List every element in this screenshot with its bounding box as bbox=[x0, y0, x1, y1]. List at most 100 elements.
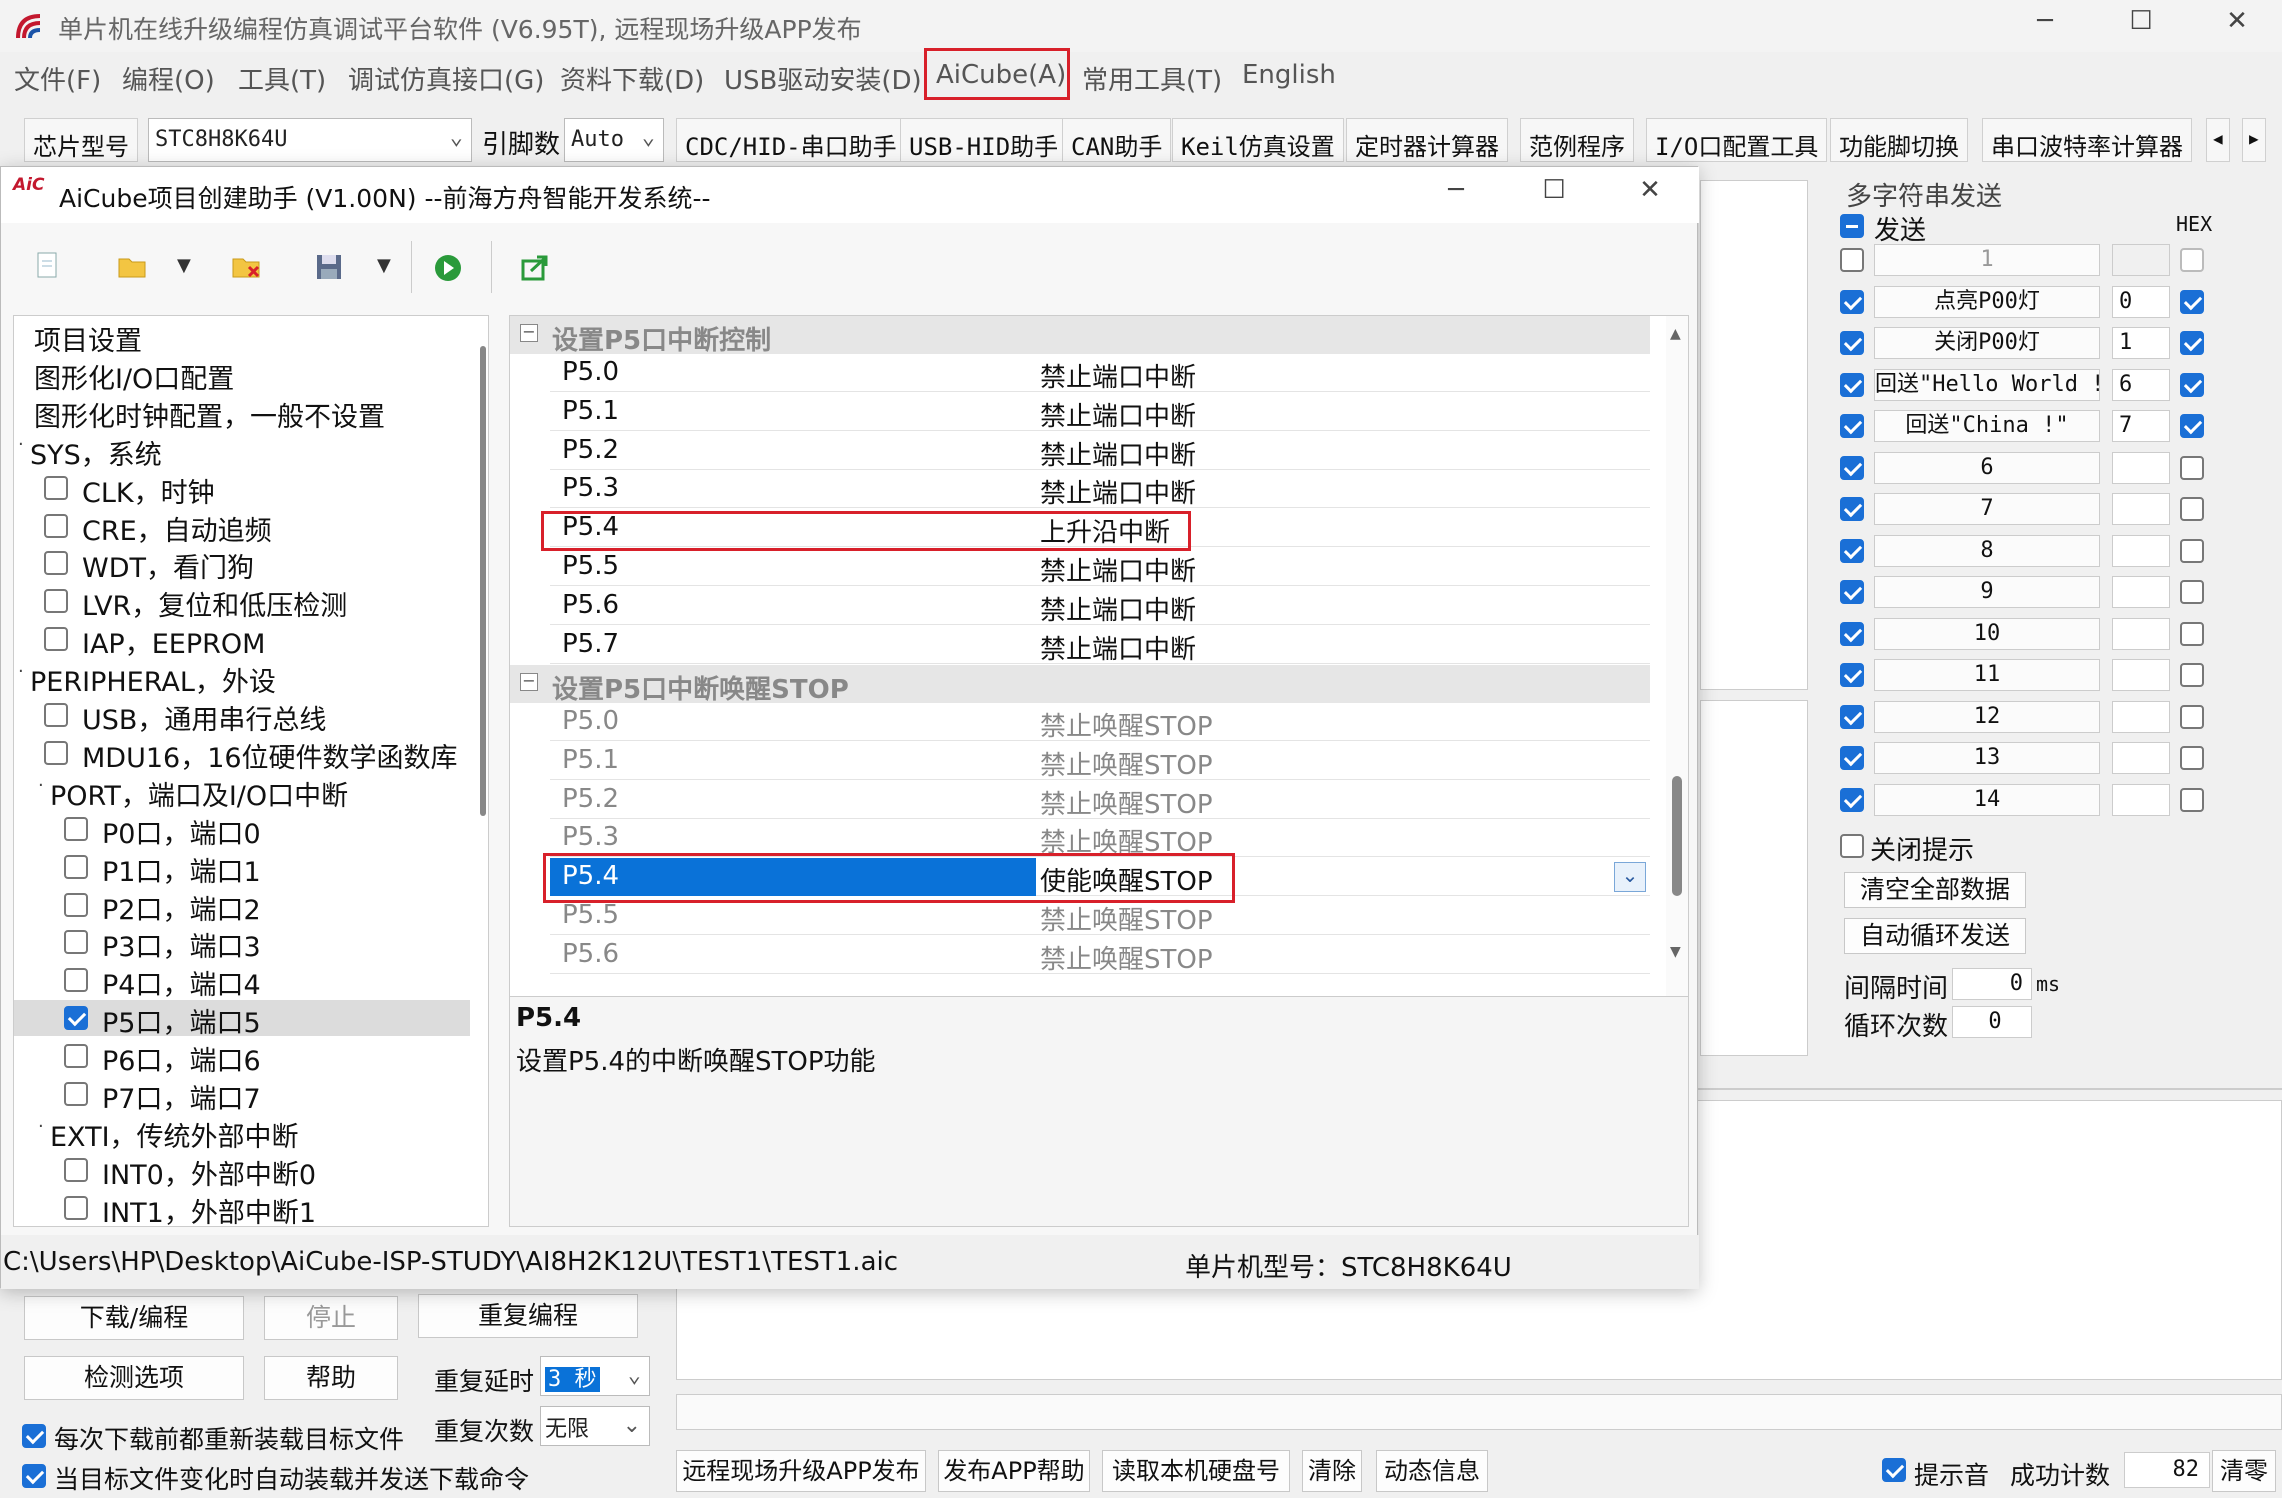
property-value[interactable]: 禁止端口中断 bbox=[1040, 629, 1196, 666]
property-row[interactable]: P5.6 禁止唤醒STOP bbox=[550, 936, 1650, 976]
send-row-checkbox[interactable] bbox=[1840, 621, 1864, 646]
tree-item-checkbox[interactable] bbox=[44, 740, 68, 765]
menu-usb-driver[interactable]: USB驱动安装(D) bbox=[718, 60, 928, 97]
send-row-checkbox[interactable] bbox=[1840, 538, 1864, 563]
tree-item[interactable]: MDU16，16位硬件数学函数库 bbox=[14, 735, 470, 774]
tab-usb-hid[interactable]: USB-HID助手 bbox=[900, 118, 1068, 162]
tree-item[interactable]: CRE，自动追频 bbox=[14, 508, 470, 547]
property-row[interactable]: P5.3 禁止唤醒STOP bbox=[550, 819, 1650, 858]
tree-item[interactable]: LVR，复位和低压检测 bbox=[14, 583, 470, 622]
send-all-checkbox[interactable] bbox=[1840, 214, 1864, 238]
send-row-button[interactable]: 1 bbox=[1874, 244, 2100, 276]
send-row-checkbox[interactable] bbox=[1840, 289, 1864, 314]
beep-checkbox[interactable] bbox=[1882, 1458, 1906, 1482]
tree-item-checkbox[interactable] bbox=[44, 475, 68, 500]
detect-options-button[interactable]: 检测选项 bbox=[24, 1356, 244, 1400]
tree-item-checkbox[interactable] bbox=[44, 703, 68, 727]
send-row-hex-checkbox[interactable] bbox=[2180, 787, 2204, 812]
send-row-hex-input[interactable] bbox=[2112, 493, 2170, 525]
send-row-button[interactable]: 7 bbox=[1874, 493, 2100, 525]
tree-expand-icon[interactable]: · bbox=[18, 434, 24, 455]
send-row-button[interactable]: 回送"Hello World !" bbox=[1874, 368, 2100, 401]
property-value[interactable]: 禁止端口中断 bbox=[1040, 551, 1196, 588]
tree-item[interactable]: INT0，外部中断0 bbox=[14, 1152, 470, 1191]
send-row-checkbox[interactable] bbox=[1840, 663, 1864, 687]
read-disk-button[interactable]: 读取本机硬盘号 bbox=[1102, 1450, 1290, 1492]
send-row-checkbox[interactable] bbox=[1840, 414, 1864, 438]
send-row-hex-input[interactable] bbox=[2112, 617, 2170, 650]
repeat-delay-select[interactable]: 3 秒 ⌄ bbox=[540, 1356, 650, 1396]
tab-examples[interactable]: 范例程序 bbox=[1520, 118, 1634, 162]
send-row-hex-input[interactable]: 1 bbox=[2112, 327, 2170, 359]
tab-can[interactable]: CAN助手 bbox=[1062, 118, 1172, 162]
reload-each-checkbox[interactable] bbox=[22, 1424, 46, 1448]
tree-item[interactable]: P4口，端口4 bbox=[14, 962, 470, 1001]
run-icon[interactable] bbox=[433, 253, 463, 283]
tab-io-config[interactable]: I/O口配置工具 bbox=[1646, 118, 1828, 162]
send-row-checkbox[interactable] bbox=[1840, 704, 1864, 729]
property-value[interactable]: 禁止唤醒STOP bbox=[1040, 939, 1213, 976]
collapse-icon[interactable]: − bbox=[520, 324, 538, 342]
help-button[interactable]: 帮助 bbox=[264, 1356, 398, 1400]
dialog-minimize-icon[interactable]: ─ bbox=[1431, 175, 1481, 205]
menu-common-tools[interactable]: 常用工具(T) bbox=[1076, 60, 1228, 97]
tab-cdc-hid-serial[interactable]: CDC/HID-串口助手 bbox=[676, 118, 906, 162]
send-row-hex-checkbox[interactable] bbox=[2180, 248, 2204, 272]
clear-button[interactable]: 清除 bbox=[1302, 1450, 1362, 1492]
tree-item[interactable]: CLK，时钟 bbox=[14, 470, 470, 509]
dynamic-info-button[interactable]: 动态信息 bbox=[1376, 1450, 1488, 1492]
send-row-button[interactable]: 回送"China !" bbox=[1874, 410, 2100, 442]
send-row-checkbox[interactable] bbox=[1840, 580, 1864, 604]
send-row-checkbox[interactable] bbox=[1840, 746, 1864, 770]
send-row-button[interactable]: 8 bbox=[1874, 534, 2100, 567]
send-row-hex-input[interactable]: 7 bbox=[2112, 410, 2170, 442]
tree-item[interactable]: INT1，外部中断1 bbox=[14, 1190, 470, 1226]
property-scrollbar-thumb[interactable] bbox=[1672, 776, 1682, 896]
tree-expand-icon[interactable]: · bbox=[18, 661, 24, 682]
send-row-hex-input[interactable]: 6 bbox=[2112, 368, 2170, 401]
tree-expand-icon[interactable]: · bbox=[38, 775, 44, 796]
send-row-hex-input[interactable]: 0 bbox=[2112, 285, 2170, 318]
clear-all-button[interactable]: 清空全部数据 bbox=[1844, 872, 2026, 908]
send-row-hex-input[interactable] bbox=[2112, 244, 2170, 276]
tree-item-checkbox[interactable] bbox=[44, 513, 68, 538]
export-icon[interactable] bbox=[521, 253, 551, 281]
tree-item[interactable]: · SYS，系统 bbox=[14, 432, 470, 471]
tree-item-checkbox[interactable] bbox=[44, 551, 68, 576]
pins-select[interactable]: Auto ⌄ bbox=[564, 118, 664, 162]
tree-item[interactable]: 图形化时钟配置，一般不设置 bbox=[14, 394, 470, 433]
publish-help-button[interactable]: 发布APP帮助 bbox=[938, 1450, 1090, 1492]
send-row-hex-input[interactable] bbox=[2112, 700, 2170, 733]
send-row-button[interactable]: 11 bbox=[1874, 659, 2100, 691]
repeat-count-select[interactable]: 无限 ⌄ bbox=[540, 1406, 650, 1446]
dialog-close-icon[interactable]: ✕ bbox=[1625, 175, 1675, 205]
send-row-hex-checkbox[interactable] bbox=[2180, 704, 2204, 729]
save-icon[interactable] bbox=[315, 253, 343, 281]
menu-download[interactable]: 资料下载(D) bbox=[554, 60, 710, 97]
auto-loop-button[interactable]: 自动循环发送 bbox=[1844, 918, 2026, 954]
tree-item[interactable]: P7口，端口7 bbox=[14, 1076, 470, 1115]
property-row[interactable]: P5.1 禁止唤醒STOP bbox=[550, 742, 1650, 781]
tree-item[interactable]: IAP，EEPROM bbox=[14, 621, 470, 660]
send-row-hex-checkbox[interactable] bbox=[2180, 455, 2204, 480]
property-value[interactable]: 禁止端口中断 bbox=[1040, 396, 1196, 433]
menu-debug[interactable]: 调试仿真接口(G) bbox=[342, 60, 550, 97]
dialog-maximize-icon[interactable]: ☐ bbox=[1529, 175, 1579, 205]
send-row-hex-checkbox[interactable] bbox=[2180, 663, 2204, 687]
tree-item[interactable]: 图形化I/O口配置 bbox=[14, 356, 470, 395]
tree-item-checkbox[interactable] bbox=[64, 854, 88, 879]
category-p5-interrupt[interactable]: − 设置P5口中断控制 bbox=[510, 316, 1650, 356]
send-row-hex-input[interactable] bbox=[2112, 659, 2170, 691]
tree-item[interactable]: USB，通用串行总线 bbox=[14, 697, 470, 736]
tree-item[interactable]: P5口，端口5 bbox=[14, 1000, 470, 1039]
close-tip-checkbox[interactable] bbox=[1840, 834, 1864, 858]
send-row-button[interactable]: 点亮P00灯 bbox=[1874, 285, 2100, 318]
open-folder-icon[interactable] bbox=[117, 253, 147, 279]
tree-item[interactable]: · PERIPHERAL，外设 bbox=[14, 659, 470, 698]
property-row[interactable]: P5.1 禁止端口中断 bbox=[550, 393, 1650, 433]
property-row[interactable]: P5.2 禁止唤醒STOP bbox=[550, 781, 1650, 820]
property-row[interactable]: P5.0 禁止端口中断 bbox=[550, 354, 1650, 393]
tree-item[interactable]: P6口，端口6 bbox=[14, 1038, 470, 1077]
property-row[interactable]: P5.3 禁止端口中断 bbox=[550, 470, 1650, 509]
tree-item[interactable]: · EXTI，传统外部中断 bbox=[14, 1114, 470, 1153]
